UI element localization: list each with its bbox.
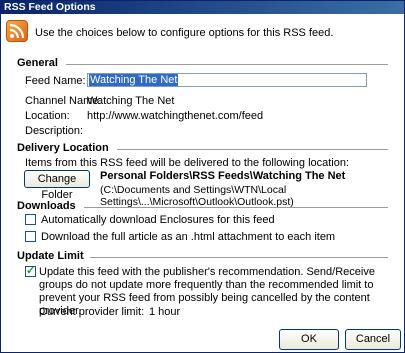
downloads-section-title: Downloads [17, 200, 76, 212]
intro-text: Use the choices below to configure optio… [35, 27, 334, 39]
feed-name-input[interactable]: Watching The Net [87, 73, 367, 87]
downloads-divider [84, 207, 388, 208]
feed-name-label: Feed Name: [25, 75, 86, 87]
pst-file-path: (C:\Documents and Settings\WTN\Local Set… [100, 184, 294, 208]
update-recommendation-checkbox[interactable] [25, 264, 36, 277]
general-section-title: General [17, 57, 58, 69]
ok-button[interactable]: OK [279, 329, 339, 350]
rss-feed-options-dialog: RSS Feed Options Use the choices below t… [0, 0, 405, 353]
folder-path: Personal Folders\RSS Feeds\Watching The … [100, 170, 346, 182]
change-folder-button[interactable]: Change Folder [24, 170, 90, 201]
download-enclosures-label[interactable]: Automatically download Enclosures for th… [41, 214, 275, 226]
delivery-info-text: Items from this RSS feed will be deliver… [25, 157, 350, 169]
update-limit-section-title: Update Limit [17, 250, 84, 262]
feed-name-value: Watching The Net [89, 74, 179, 86]
download-full-article-label[interactable]: Download the full article as an .html at… [41, 231, 335, 243]
channel-name-value: Watching The Net [87, 95, 175, 107]
general-divider [66, 64, 388, 65]
download-enclosures-checkbox[interactable] [25, 214, 36, 225]
location-label: Location: [25, 110, 70, 122]
update-limit-divider [90, 257, 388, 258]
description-label: Description: [25, 125, 84, 137]
current-limit-label: Current provider limit: [39, 306, 145, 318]
dialog-title: RSS Feed Options [1, 1, 404, 14]
rss-feed-icon [6, 20, 28, 42]
cancel-button[interactable]: Cancel [345, 329, 401, 350]
delivery-section-title: Delivery Location [17, 142, 109, 154]
delivery-divider [117, 149, 388, 150]
download-full-article-checkbox[interactable] [25, 231, 36, 242]
current-limit-value: 1 hour [149, 306, 181, 318]
location-value: http://www.watchingthenet.com/feed [87, 110, 264, 122]
